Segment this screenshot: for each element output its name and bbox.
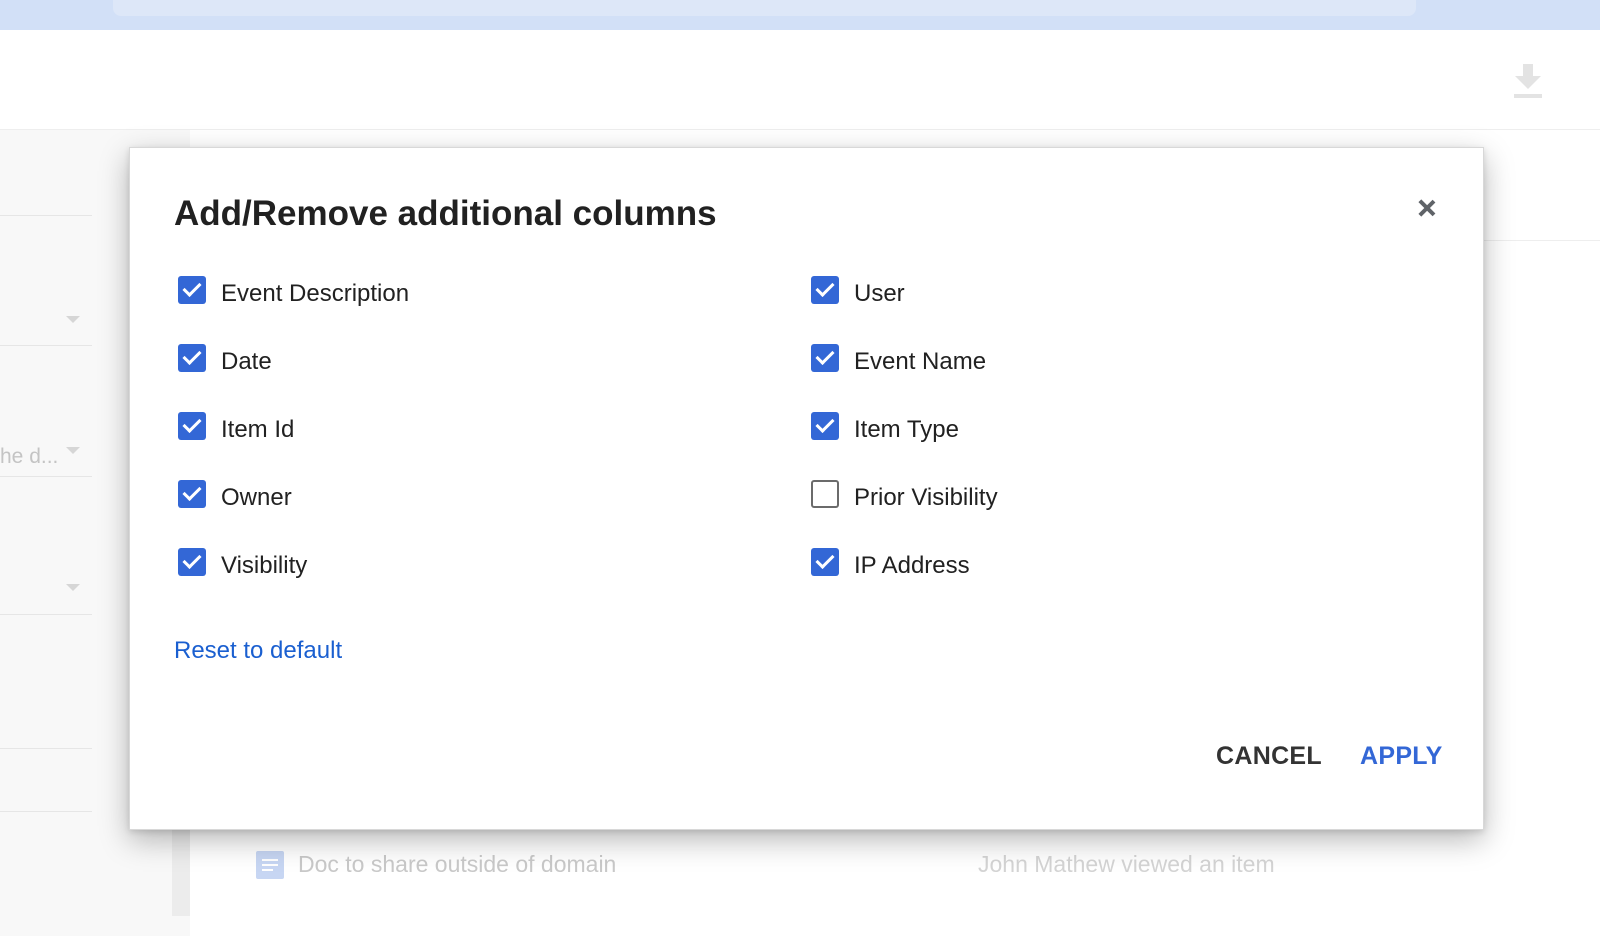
checkbox[interactable]: [178, 276, 206, 304]
checkbox[interactable]: [811, 412, 839, 440]
filter-value[interactable]: he d...: [0, 445, 58, 469]
filter-divider: [0, 614, 92, 615]
header-divider: [0, 129, 1600, 130]
filter-divider: [0, 811, 92, 812]
column-option-label: Item Type: [854, 416, 959, 443]
checkbox[interactable]: [811, 548, 839, 576]
item-name-cell: Doc to share outside of domain: [298, 851, 617, 877]
checkbox[interactable]: [178, 548, 206, 576]
document-icon: [256, 851, 284, 879]
column-option-label: IP Address: [854, 552, 970, 579]
checkbox[interactable]: [811, 276, 839, 304]
filter-divider: [0, 345, 92, 346]
filter-divider: [0, 215, 92, 216]
cancel-button[interactable]: CANCEL: [1216, 742, 1322, 771]
chevron-down-icon[interactable]: [66, 316, 80, 323]
chevron-down-icon[interactable]: [66, 447, 80, 454]
column-option-label: User: [854, 280, 905, 307]
column-option-label: Date: [221, 348, 272, 375]
checkbox[interactable]: [811, 344, 839, 372]
column-option-label: Event Name: [854, 348, 987, 375]
close-icon[interactable]: [1414, 196, 1440, 222]
chevron-down-icon[interactable]: [66, 584, 80, 591]
reset-to-default-link[interactable]: Reset to default: [174, 637, 342, 665]
top-search-band: [0, 0, 1600, 30]
column-option-label: Owner: [221, 484, 292, 511]
column-option-label: Event Description: [221, 280, 410, 307]
table-divider: [1480, 240, 1600, 241]
checkbox[interactable]: [811, 480, 839, 508]
event-description-cell: John Mathew viewed an item: [978, 851, 1275, 877]
checkbox[interactable]: [178, 412, 206, 440]
apply-button[interactable]: APPLY: [1360, 742, 1443, 771]
download-icon[interactable]: [1512, 64, 1544, 100]
search-bar[interactable]: [113, 0, 1416, 16]
column-option-label: Visibility: [221, 552, 308, 579]
filter-divider: [0, 748, 92, 749]
table-row[interactable]: Doc to share outside of domain John Math…: [256, 851, 1356, 887]
add-remove-columns-dialog: Add/Remove additional columns Event Desc…: [129, 147, 1484, 830]
checkbox[interactable]: [178, 480, 206, 508]
checkbox[interactable]: [178, 344, 206, 372]
column-option-label: Prior Visibility: [854, 484, 998, 511]
column-option-label: Item Id: [221, 416, 295, 443]
filter-divider: [0, 476, 92, 477]
dialog-title: Add/Remove additional columns: [174, 194, 717, 233]
